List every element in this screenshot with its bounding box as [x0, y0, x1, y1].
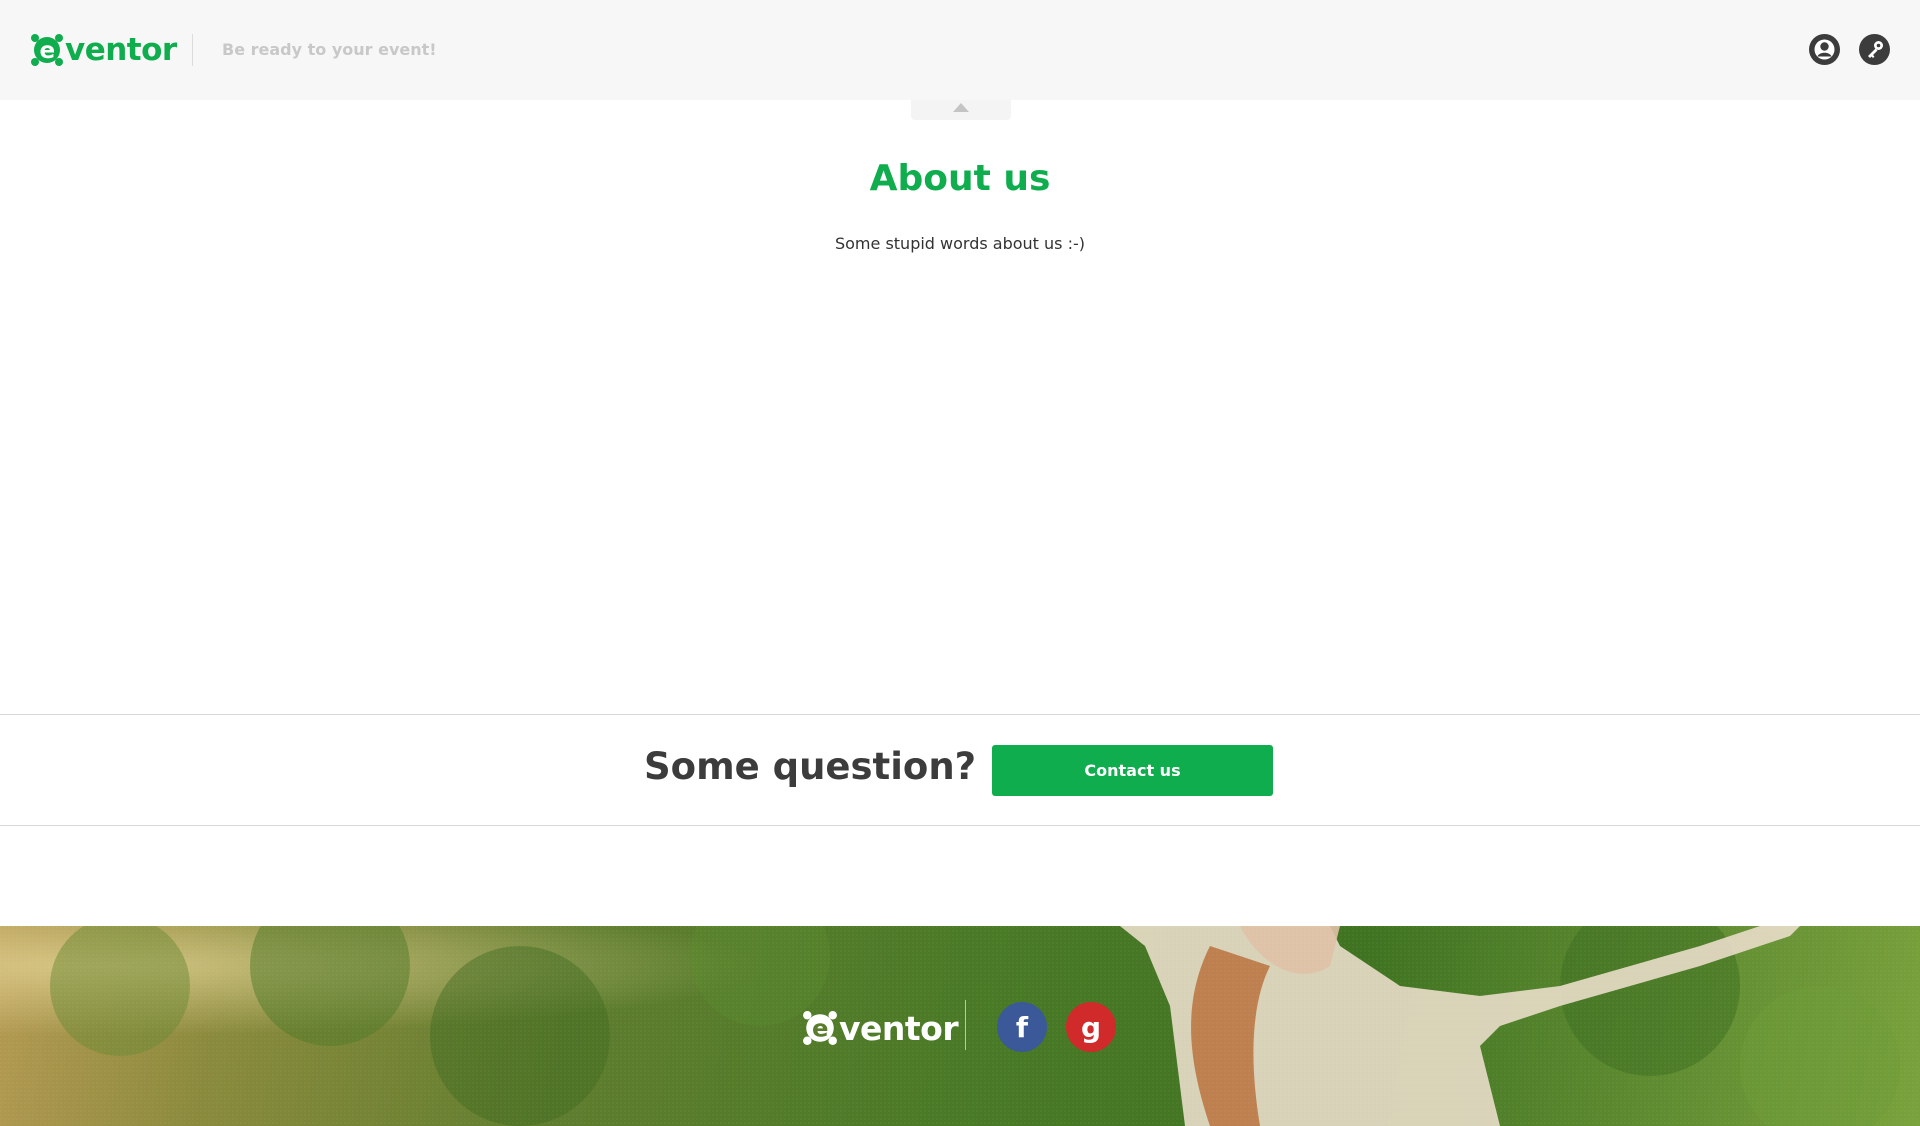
collapse-header-tab[interactable]: [911, 100, 1011, 120]
header-divider: [192, 34, 193, 66]
about-title: About us: [869, 158, 1051, 199]
footer: e ventor f g: [0, 926, 1920, 1126]
facebook-icon[interactable]: f: [997, 1002, 1047, 1052]
contact-us-button[interactable]: Contact us: [992, 745, 1273, 796]
footer-divider: [965, 1000, 966, 1050]
key-icon[interactable]: [1859, 34, 1890, 65]
logo-e-icon: e: [30, 33, 64, 67]
logo-text: ventor: [65, 32, 177, 68]
footer-logo[interactable]: e ventor: [802, 1006, 959, 1050]
footer-logo-text: ventor: [839, 1008, 959, 1048]
user-icon[interactable]: [1809, 34, 1840, 65]
tagline: Be ready to your event!: [222, 40, 437, 59]
svg-text:e: e: [39, 38, 54, 64]
question-text: Some question?: [644, 745, 977, 788]
footer-background-image: [0, 926, 1920, 1126]
logo[interactable]: e ventor: [30, 30, 177, 70]
question-band: Some question? Contact us: [0, 714, 1920, 826]
footer-logo-e-icon: e: [802, 1010, 838, 1046]
caret-up-icon: [953, 102, 969, 112]
site-header: e ventor Be ready to your event!: [0, 0, 1920, 100]
about-text: Some stupid words about us :-): [834, 234, 1086, 253]
google-plus-icon[interactable]: g: [1066, 1002, 1116, 1052]
svg-text:e: e: [812, 1013, 828, 1042]
